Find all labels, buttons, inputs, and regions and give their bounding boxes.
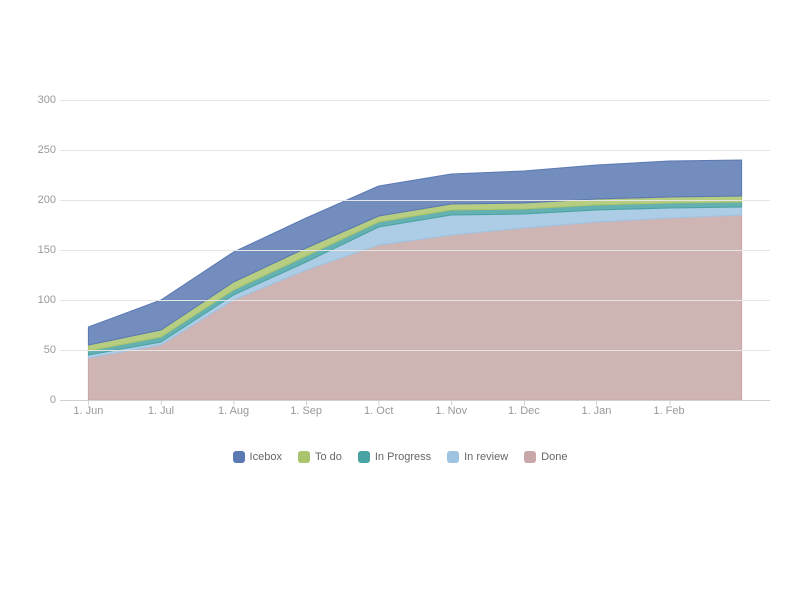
legend-swatch — [298, 451, 310, 463]
grid-line — [60, 350, 770, 351]
legend-item[interactable]: To do — [298, 451, 342, 463]
legend-label: To do — [315, 451, 342, 463]
legend-swatch — [524, 451, 536, 463]
legend-item[interactable]: Done — [524, 451, 567, 463]
cumulative-flow-chart: 050100150200250300 1. Jun1. Jul1. Aug1. … — [30, 100, 770, 466]
grid-line — [60, 250, 770, 251]
y-tick-label: 250 — [30, 144, 56, 156]
x-tick-label: 1. Nov — [435, 405, 467, 417]
legend-swatch — [233, 451, 245, 463]
x-tick-label: 1. Feb — [653, 405, 684, 417]
legend-label: In Progress — [375, 451, 431, 463]
legend-item[interactable]: In review — [447, 451, 508, 463]
grid-line — [60, 300, 770, 301]
x-tick-label: 1. Jul — [148, 405, 174, 417]
y-tick-label: 0 — [30, 394, 56, 406]
y-tick-label: 300 — [30, 94, 56, 106]
y-tick-label: 200 — [30, 194, 56, 206]
legend-label: In review — [464, 451, 508, 463]
grid-line — [60, 150, 770, 151]
x-axis: 1. Jun 1. Jul 1. Aug 1. Sep 1. Oct 1. Nov 1. D… — [60, 400, 770, 421]
x-tick-label: 1. Sep — [290, 405, 322, 417]
y-tick-label: 150 — [30, 244, 56, 256]
legend: Icebox To do In Progress In review Done — [30, 451, 770, 466]
legend-swatch — [447, 451, 459, 463]
grid-line — [60, 200, 770, 201]
legend-item[interactable]: In Progress — [358, 451, 431, 463]
x-tick-label: 1. Jun — [73, 405, 103, 417]
y-tick-label: 50 — [30, 344, 56, 356]
x-tick-label: 1. Aug — [218, 405, 249, 417]
legend-swatch — [358, 451, 370, 463]
y-tick-label: 100 — [30, 294, 56, 306]
legend-label: Icebox — [250, 451, 282, 463]
x-tick-label: 1. Dec — [508, 405, 540, 417]
legend-label: Done — [541, 451, 567, 463]
grid-line — [60, 100, 770, 101]
x-tick-label: 1. Oct — [364, 405, 393, 417]
legend-item[interactable]: Icebox — [233, 451, 282, 463]
plot-area: 050100150200250300 — [30, 100, 770, 400]
x-tick-label: 1. Jan — [581, 405, 611, 417]
